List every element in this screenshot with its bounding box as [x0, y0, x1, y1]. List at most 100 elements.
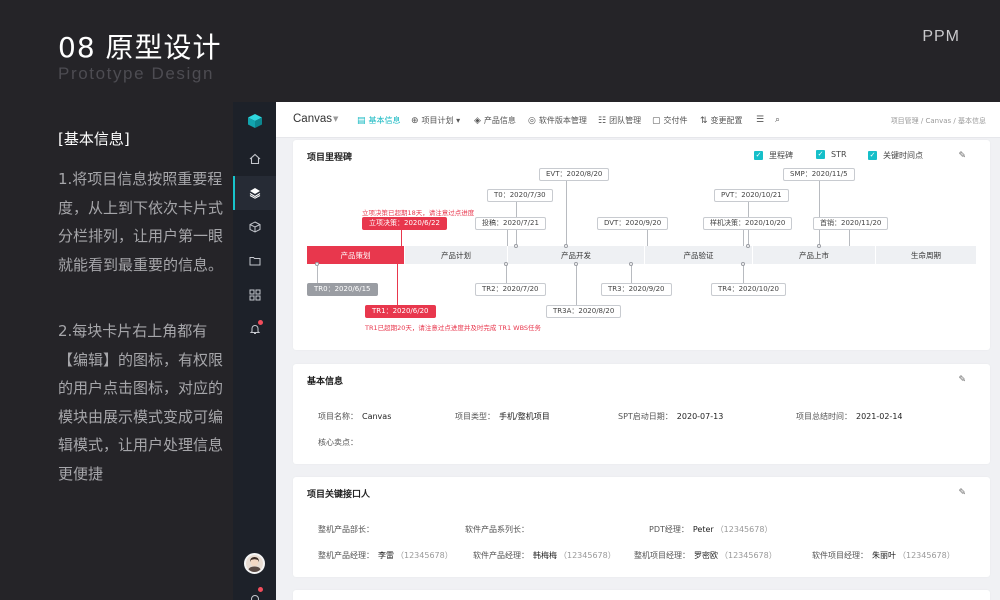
timeline-node — [741, 262, 745, 266]
version-icon: ◎ — [528, 115, 536, 126]
milestone-tag[interactable]: TR4：2020/10/20 — [711, 283, 786, 296]
app-window: Canvas ▼ ▤ 基本信息 ⊕ 项目计划 ▾ ◈ 产品信息 ◎ 软件版本管理 ☷ 团队… — [233, 102, 1000, 600]
milestone-tag[interactable]: EVT：2020/8/20 — [539, 168, 610, 181]
settings-notification-dot — [258, 587, 263, 592]
phase-segment[interactable]: 产品验证 — [645, 246, 753, 264]
checkbox-icon: ✓ — [816, 150, 825, 159]
overdue-note-top: 立项决策已超期18天，请注意过点进度 — [362, 209, 475, 217]
folder-tab-icon: ▢ — [652, 115, 661, 126]
connector — [576, 264, 577, 306]
connector — [819, 181, 820, 248]
slide-subtitle: Prototype Design — [58, 64, 215, 83]
product-icon: ◈ — [474, 115, 481, 126]
tab-product-info[interactable]: ◈ 产品信息 — [474, 115, 516, 126]
timeline-node — [504, 262, 508, 266]
milestone-tag[interactable]: TR2：2020/7/20 — [475, 283, 546, 296]
notification-dot — [258, 320, 263, 325]
contact-field: 软件产品经理： 韩梅梅 （12345678） — [473, 551, 616, 560]
milestone-tag[interactable]: 投稿：2020/7/21 — [475, 217, 546, 230]
description-paragraph-2: 2.每块卡片右上角都有【编辑】的图标，有权限的用户点击图标，对应的模块由展示模式… — [58, 322, 224, 483]
timeline-node — [514, 244, 518, 248]
breadcrumb: 项目管理 / Canvas / 基本信息 — [890, 117, 986, 125]
project-selector[interactable]: Canvas — [293, 113, 332, 125]
field-selling-point: 核心卖点： — [318, 438, 358, 447]
card-title: 基本信息 — [307, 377, 344, 387]
milestone-tag[interactable]: TR0：2020/6/15 — [307, 283, 378, 296]
contact-field: 整机产品经理： 李雷 （12345678） — [318, 551, 453, 560]
menu-icon[interactable]: ☰ — [756, 115, 764, 125]
side-rail — [233, 102, 276, 600]
plan-icon: ⊕ — [411, 115, 419, 126]
bell-icon[interactable] — [233, 312, 276, 346]
timeline-node — [315, 262, 319, 266]
card-title: 项目关键接口人 — [307, 490, 371, 500]
contacts-card: 项目关键接口人 ✎ 整机产品部长： 软件产品系列长： PDT经理： Peter （1… — [293, 477, 990, 577]
search-icon[interactable]: ⌕ — [775, 115, 780, 125]
milestone-tag[interactable]: DVT：2020/9/20 — [597, 217, 669, 230]
phase-segment[interactable]: 产品策划 — [307, 246, 405, 264]
tab-basic-info[interactable]: ▤ 基本信息 — [357, 115, 401, 126]
milestone-tag[interactable]: 样机决策：2020/10/20 — [703, 217, 793, 230]
milestone-tag[interactable]: TR3A：2020/8/20 — [546, 305, 622, 318]
tab-team[interactable]: ☷ 团队管理 — [598, 115, 641, 126]
timeline-node — [629, 262, 633, 266]
field-summary-date: 项目总结时间： 2021-02-14 — [796, 412, 903, 421]
slide-title: 08 原型设计 — [58, 31, 222, 64]
field-project-type: 项目类型： 手机/整机项目 — [455, 412, 550, 421]
contact-field: PDT经理： Peter （12345678） — [649, 525, 773, 534]
info-icon: ▤ — [357, 115, 366, 126]
milestone-tag[interactable]: 首销：2020/11/20 — [813, 217, 889, 230]
field-project-name: 项目名称： Canvas — [318, 412, 392, 421]
grid-icon[interactable] — [233, 278, 276, 312]
tab-software-version[interactable]: ◎ 软件版本管理 — [528, 115, 587, 126]
contact-field: 整机产品部长： — [318, 525, 374, 534]
milestone-tag[interactable]: T0：2020/7/30 — [487, 189, 553, 202]
settings-icon[interactable] — [233, 582, 276, 600]
timeline-node — [564, 244, 568, 248]
layers-icon[interactable] — [233, 176, 276, 210]
card-title: 项目里程碑 — [307, 153, 353, 163]
folder-icon[interactable] — [233, 244, 276, 278]
home-icon[interactable] — [233, 142, 276, 176]
checkbox-icon: ✓ — [868, 151, 877, 160]
timeline-node — [746, 244, 750, 248]
box-icon[interactable] — [233, 210, 276, 244]
edit-icon[interactable]: ✎ — [958, 375, 966, 385]
phase-segment[interactable]: 生命周期 — [876, 246, 977, 264]
chevron-down-icon[interactable]: ▼ — [333, 115, 338, 123]
description-paragraph-1: 1.将项目信息按照重要程度，从上到下依次卡片式分栏排列，让用户第一眼就能看到最重… — [58, 170, 224, 274]
overdue-note-bottom: TR1已超期20天，请注意过点进度并及时完成 TR1 WBS任务 — [365, 324, 542, 332]
legend-str[interactable]: ✓ STR — [816, 150, 847, 159]
phase-bar: 产品策划 产品计划 产品开发 产品验证 产品上市 生命周期 — [307, 246, 977, 264]
tab-change-config[interactable]: ⇅ 变更配置 — [700, 115, 743, 126]
checkbox-icon: ✓ — [754, 151, 763, 160]
timeline-node — [817, 244, 821, 248]
milestone-tag[interactable]: SMP：2020/11/5 — [783, 168, 855, 181]
change-icon: ⇅ — [700, 115, 708, 126]
tab-project-plan[interactable]: ⊕ 项目计划 ▾ — [411, 115, 460, 126]
cube-logo-icon[interactable] — [233, 104, 276, 138]
section-heading: [基本信息] — [58, 130, 130, 148]
next-card — [293, 590, 990, 600]
milestone-tag[interactable]: 立项决策：2020/6/22 — [362, 217, 447, 230]
connector — [397, 264, 398, 306]
milestone-tag[interactable]: TR3：2020/9/20 — [601, 283, 672, 296]
contact-field: 整机项目经理： 罗密欧 （12345678） — [634, 551, 777, 560]
connector — [566, 181, 567, 248]
basic-info-card: 基本信息 ✎ 项目名称： Canvas 项目类型： 手机/整机项目 SPT启动日期：… — [293, 364, 990, 464]
legend-key-time[interactable]: ✓ 关键时间点 — [868, 150, 923, 161]
phase-segment[interactable]: 产品计划 — [405, 246, 508, 264]
legend-milestone[interactable]: ✓ 里程碑 — [754, 150, 793, 161]
milestone-tag[interactable]: TR1：2020/6/20 — [365, 305, 436, 318]
contact-field: 软件产品系列长： — [465, 525, 529, 534]
edit-icon[interactable]: ✎ — [958, 151, 966, 161]
phase-segment[interactable]: 产品上市 — [753, 246, 876, 264]
milestone-card: 项目里程碑 ✓ 里程碑 ✓ STR ✓ 关键时间点 ✎ 立项决策已超期18天，请注意过… — [293, 140, 990, 350]
milestone-tag[interactable]: PVT：2020/10/21 — [714, 189, 789, 202]
avatar[interactable] — [244, 553, 265, 574]
brand-label: PPM — [922, 28, 960, 45]
edit-icon[interactable]: ✎ — [958, 488, 966, 498]
tab-deliverables[interactable]: ▢ 交付件 — [652, 115, 688, 126]
field-spt-date: SPT启动日期： 2020-07-13 — [618, 412, 724, 421]
team-icon: ☷ — [598, 115, 607, 126]
